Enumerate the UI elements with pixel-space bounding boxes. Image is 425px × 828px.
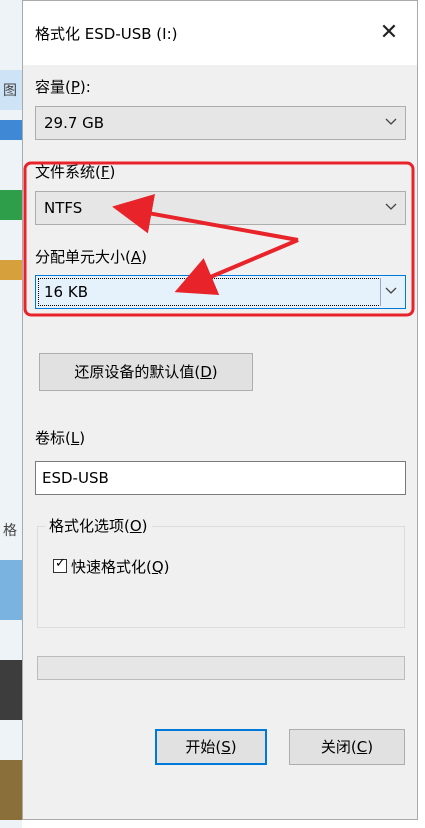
format-options-group <box>37 526 405 628</box>
background-tile <box>0 660 22 720</box>
focus-outline <box>38 278 381 306</box>
close-icon[interactable]: ✕ <box>371 15 407 51</box>
capacity-label: 容量(P): <box>35 78 91 96</box>
chevron-down-icon <box>385 118 397 125</box>
volume-label-input[interactable]: ESD-USB <box>35 461 406 495</box>
background-tile <box>0 120 22 140</box>
background-tile <box>0 190 22 220</box>
capacity-dropdown[interactable]: 29.7 GB <box>35 106 406 140</box>
background-text: 图 <box>3 83 17 99</box>
quick-format-label[interactable]: 快速格式化(Q) <box>71 556 170 577</box>
quick-format-checkbox[interactable]: ✓ <box>53 556 67 573</box>
filesystem-label: 文件系统(F) <box>35 163 116 181</box>
background-tile <box>0 260 22 280</box>
checkmark-icon: ✓ <box>55 556 66 571</box>
chevron-down-icon <box>385 287 397 294</box>
dropdown-separator <box>380 278 381 306</box>
background-tile <box>0 760 22 820</box>
volume-label-value: ESD-USB <box>42 469 109 487</box>
capacity-value: 29.7 GB <box>44 114 105 132</box>
restore-defaults-button[interactable]: 还原设备的默认值(D) <box>39 353 253 391</box>
background-tile <box>0 560 22 620</box>
allocation-label: 分配单元大小(A) <box>35 248 147 266</box>
start-button[interactable]: 开始(S) <box>155 729 267 765</box>
dialog-title: 格式化 ESD-USB (I:) <box>35 25 178 43</box>
background-text: 格 <box>3 523 17 539</box>
title-bar: 格式化 ESD-USB (I:) ✕ <box>23 1 417 65</box>
background-window-strip: 图 格 <box>0 0 22 828</box>
format-options-title: 格式化选项(O) <box>45 515 152 536</box>
filesystem-dropdown[interactable]: NTFS <box>35 191 406 225</box>
chevron-down-icon <box>385 203 397 210</box>
filesystem-value: NTFS <box>44 199 83 217</box>
allocation-dropdown[interactable]: 16 KB <box>35 275 406 309</box>
format-dialog: 格式化 ESD-USB (I:) ✕ 容量(P): 29.7 GB 文件系统(F… <box>22 0 418 820</box>
close-button[interactable]: 关闭(C) <box>289 729 405 765</box>
volume-label-label: 卷标(L) <box>35 429 86 447</box>
allocation-value: 16 KB <box>44 283 88 301</box>
format-progress-bar <box>37 656 405 680</box>
